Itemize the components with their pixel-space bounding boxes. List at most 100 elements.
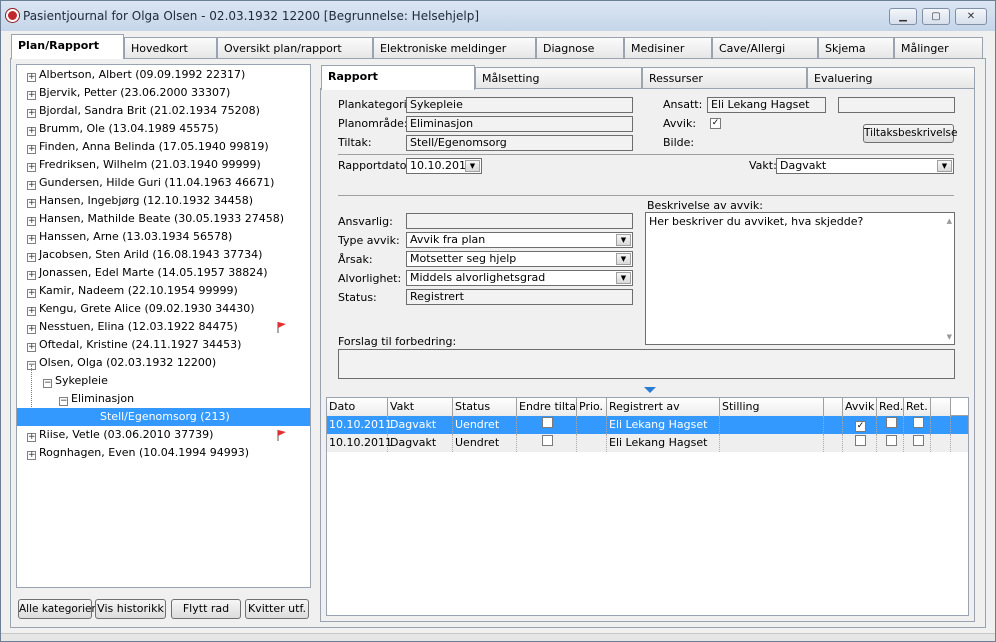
subtab-evaluering[interactable]: Evaluering	[807, 67, 975, 89]
patient-tree-item[interactable]: + Albertson, Albert (09.09.1992 22317)	[27, 66, 245, 84]
tab-skjema[interactable]: Skjema	[818, 37, 894, 59]
expand-icon[interactable]: +	[27, 127, 36, 136]
col-blank[interactable]	[824, 398, 843, 416]
tiltaksbeskrivelse-button[interactable]: Tiltaksbeskrivelse	[863, 124, 957, 143]
scroll-up-icon[interactable]: ▲	[947, 217, 952, 225]
col-status[interactable]: Status	[453, 398, 517, 416]
status-field[interactable]: Registrert	[406, 289, 633, 305]
expand-icon[interactable]: +	[27, 307, 36, 316]
col-prio[interactable]: Prio.	[577, 398, 607, 416]
kvitter-utf-button[interactable]: Kvitter utf.	[245, 599, 309, 619]
type-avvik-select[interactable]: Avvik fra plan ▼	[406, 232, 633, 248]
expand-icon[interactable]: +	[27, 163, 36, 172]
expand-icon[interactable]: +	[27, 73, 36, 82]
expand-icon[interactable]: +	[27, 145, 36, 154]
col-ret[interactable]: Ret.	[904, 398, 931, 416]
table-row[interactable]: 10.10.2011 Dagvakt Uendret Eli Lekang Ha…	[327, 434, 968, 452]
patient-tree-item[interactable]: − Olsen, Olga (02.03.1932 12200)	[27, 354, 216, 372]
expand-icon[interactable]: +	[27, 325, 36, 334]
endre-tiltak-checkbox[interactable]	[542, 435, 553, 446]
expand-icon[interactable]: +	[27, 289, 36, 298]
subtab-malsetting[interactable]: Målsetting	[475, 67, 642, 89]
expand-icon[interactable]: +	[27, 181, 36, 190]
expand-icon[interactable]: +	[27, 343, 36, 352]
rapport-grid[interactable]: Dato Vakt Status Endre tiltak Prio. Regi…	[326, 397, 969, 616]
avvik-checkbox[interactable]: ✓	[710, 118, 721, 129]
collapse-icon[interactable]: −	[59, 397, 68, 406]
alle-kategorier-button[interactable]: Alle kategorier	[18, 599, 96, 619]
avvik-row-checkbox[interactable]	[855, 435, 866, 446]
rapportdato-picker[interactable]: 10.10.2011 ▼	[406, 158, 482, 174]
ansatt-extra-field[interactable]	[838, 97, 955, 113]
ret-checkbox[interactable]	[912, 435, 924, 446]
tiltak-field[interactable]: Stell/Egenomsorg	[406, 135, 633, 151]
expand-icon[interactable]: +	[27, 199, 36, 208]
tree-node[interactable]: − Sykepleie	[43, 372, 108, 390]
tab-hovedkort[interactable]: Hovedkort	[124, 37, 217, 59]
tree-node[interactable]: − Eliminasjon	[59, 390, 134, 408]
patient-tree-item[interactable]: + Jacobsen, Sten Arild (16.08.1943 37734)	[27, 246, 262, 264]
expand-icon[interactable]: +	[27, 217, 36, 226]
tab-elektroniske-meldinger[interactable]: Elektroniske meldinger	[373, 37, 536, 59]
plankategori-field[interactable]: Sykepleie	[406, 97, 633, 113]
chevron-down-icon[interactable]: ▼	[616, 272, 631, 284]
close-button[interactable]: ✕	[955, 8, 987, 25]
chevron-down-icon[interactable]: ▼	[937, 160, 952, 172]
tab-cave-allergi[interactable]: Cave/Allergi	[712, 37, 818, 59]
patient-tree-item[interactable]: + Finden, Anna Belinda (17.05.1940 99819)	[27, 138, 269, 156]
minimize-button[interactable]: ▁	[889, 8, 917, 25]
alvorlighet-select[interactable]: Middels alvorlighetsgrad ▼	[406, 270, 633, 286]
collapse-icon[interactable]: −	[43, 379, 52, 388]
chevron-down-icon[interactable]: ▼	[616, 234, 631, 246]
forslag-field[interactable]	[338, 349, 955, 379]
red-checkbox[interactable]	[885, 435, 897, 446]
planomrade-field[interactable]: Eliminasjon	[406, 116, 633, 132]
endre-tiltak-checkbox[interactable]	[542, 417, 553, 428]
tab-oversikt-plan-rapport[interactable]: Oversikt plan/rapport	[217, 37, 373, 59]
patient-tree-item[interactable]: + Bjervik, Petter (23.06.2000 33307)	[27, 84, 230, 102]
ansatt-field[interactable]: Eli Lekang Hagset	[707, 97, 826, 113]
scroll-down-icon[interactable]: ▼	[947, 333, 952, 341]
table-row[interactable]: 10.10.2011 Dagvakt Uendret Eli Lekang Ha…	[327, 416, 968, 434]
subtab-rapport[interactable]: Rapport	[321, 65, 475, 90]
expand-icon[interactable]: +	[27, 451, 36, 460]
col-red[interactable]: Red.	[877, 398, 904, 416]
col-blank-2[interactable]	[931, 398, 951, 416]
expand-icon[interactable]: +	[27, 235, 36, 244]
patient-tree-item[interactable]: + Gundersen, Hilde Guri (11.04.1963 46671…	[27, 174, 274, 192]
col-vakt[interactable]: Vakt	[388, 398, 453, 416]
patient-tree-item[interactable]: + Bjordal, Sandra Brit (21.02.1934 75208)	[27, 102, 260, 120]
subtab-ressurser[interactable]: Ressurser	[642, 67, 807, 89]
tree-node[interactable]: Stell/Egenomsorg (213)	[17, 408, 310, 426]
tab-diagnose[interactable]: Diagnose	[536, 37, 624, 59]
col-registrert-av[interactable]: Registrert av	[607, 398, 720, 416]
col-endre-tiltak[interactable]: Endre tiltak	[517, 398, 582, 416]
expand-icon[interactable]: +	[27, 91, 36, 100]
col-stilling[interactable]: Stilling	[720, 398, 824, 416]
avvik-row-checkbox[interactable]: ✓	[855, 421, 866, 432]
patient-tree-item[interactable]: + Hanssen, Arne (13.03.1934 56578)	[27, 228, 232, 246]
red-checkbox[interactable]	[885, 417, 897, 428]
flytt-rad-button[interactable]: Flytt rad	[171, 599, 241, 619]
chevron-down-icon[interactable]: ▼	[616, 253, 631, 265]
patient-tree-item[interactable]: + Brumm, Ole (13.04.1989 45575)	[27, 120, 219, 138]
vakt-select[interactable]: Dagvakt ▼	[776, 158, 954, 174]
patient-tree-item[interactable]: + Hansen, Mathilde Beate (30.05.1933 2745…	[27, 210, 284, 228]
expand-icon[interactable]: +	[27, 253, 36, 262]
patient-tree-item[interactable]: + Nesstuen, Elina (12.03.1922 84475)	[27, 318, 238, 336]
patient-tree-item[interactable]: + Fredriksen, Wilhelm (21.03.1940 99999)	[27, 156, 261, 174]
expand-icon[interactable]: +	[27, 109, 36, 118]
patient-tree-item[interactable]: + Rognhagen, Even (10.04.1994 94993)	[27, 444, 249, 462]
splitter-arrow-icon[interactable]	[644, 387, 656, 393]
patient-tree-item[interactable]: + Jonassen, Edel Marte (14.05.1957 38824)	[27, 264, 268, 282]
ret-checkbox[interactable]	[912, 417, 924, 428]
tab-plan-rapport[interactable]: Plan/Rapport	[11, 34, 124, 59]
tab-malinger[interactable]: Målinger	[894, 37, 983, 59]
patient-tree[interactable]: + Albertson, Albert (09.09.1992 22317) + Bj…	[16, 64, 311, 588]
expand-icon[interactable]: +	[27, 433, 36, 442]
tab-medisiner[interactable]: Medisiner	[624, 37, 712, 59]
ansvarlig-field[interactable]	[406, 213, 633, 229]
maximize-button[interactable]: ▢	[922, 8, 950, 25]
col-dato[interactable]: Dato	[327, 398, 388, 416]
patient-tree-item[interactable]: + Oftedal, Kristine (24.11.1927 34453)	[27, 336, 241, 354]
